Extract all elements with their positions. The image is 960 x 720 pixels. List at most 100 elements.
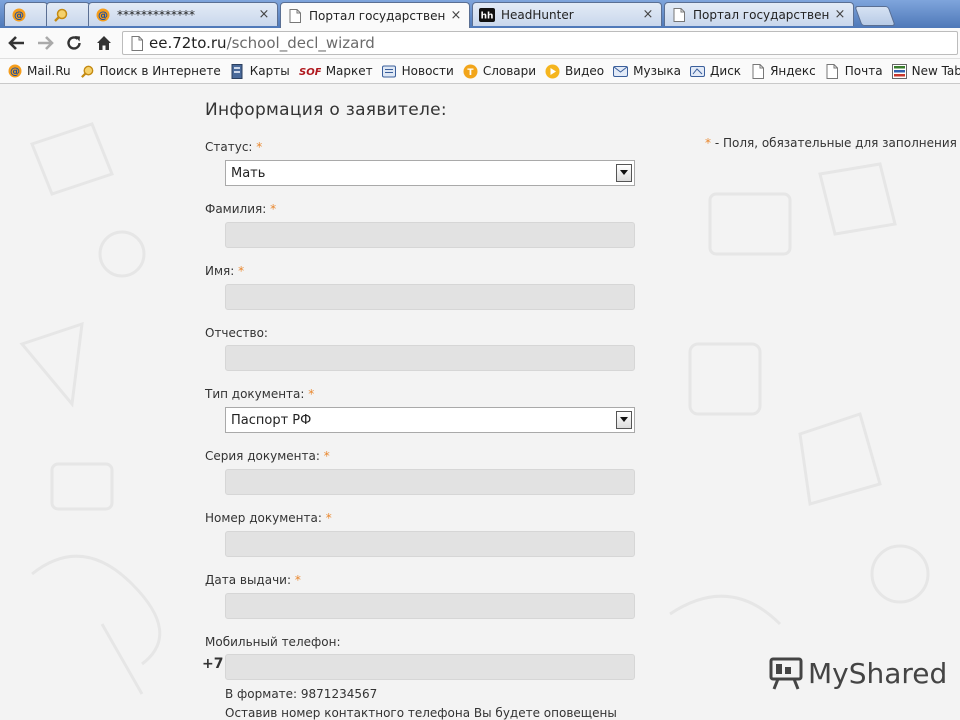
back-arrow-icon[interactable]: [6, 32, 28, 54]
required-note-text: - Поля, обязательные для заполнения: [711, 136, 957, 150]
bookmark-label: Видео: [565, 64, 605, 78]
doc-number-label: Номер документа: *: [205, 511, 332, 525]
bookmark-disk[interactable]: Диск: [690, 64, 741, 79]
bookmark-label: Поиск в Интернете: [99, 64, 221, 78]
bookmark-label: Яндекс: [770, 64, 816, 78]
tab-search[interactable]: [46, 2, 90, 26]
doc-type-selected-value: Паспорт РФ: [231, 412, 312, 428]
page-icon: [131, 35, 143, 51]
svg-text:@: @: [14, 10, 24, 21]
search-tab-icon: [53, 7, 69, 23]
issue-date-input[interactable]: [225, 593, 635, 619]
bookmark-label: Новости: [401, 64, 454, 78]
bookmark-mailru[interactable]: @ Mail.Ru: [7, 64, 71, 79]
page-icon: [287, 8, 303, 24]
required-star: *: [238, 264, 245, 278]
doc-series-input[interactable]: [225, 469, 635, 495]
label-text: Серия документа:: [205, 449, 320, 463]
tab-masked[interactable]: @ ************* ×: [88, 2, 278, 26]
svg-text:SOFT: SOFT: [299, 67, 321, 77]
svg-text:@: @: [10, 67, 20, 78]
close-icon[interactable]: ×: [833, 7, 847, 22]
required-star: *: [323, 449, 330, 463]
page-icon: [671, 7, 687, 23]
browser-tabstrip: @ @ ************* × Портал государственн…: [0, 0, 960, 28]
bookmark-label: Музыка: [633, 64, 682, 78]
doc-series-label: Серия документа: *: [205, 449, 330, 463]
doc-type-label: Тип документа: *: [205, 387, 314, 401]
label-text: Номер документа:: [205, 511, 322, 525]
bookmark-dictionary[interactable]: Т Словари: [463, 64, 536, 79]
headhunter-icon: hh: [479, 7, 495, 23]
tab-portal-active[interactable]: Портал государственных ×: [280, 2, 470, 28]
required-star: *: [256, 140, 263, 154]
svg-text:@: @: [98, 10, 108, 21]
disk-icon: [690, 64, 706, 79]
chevron-down-icon[interactable]: [616, 164, 632, 182]
required-star: *: [325, 511, 332, 525]
watermark-text: MyShared: [808, 656, 948, 690]
page-icon: [750, 63, 765, 79]
label-text: Фамилия:: [205, 202, 267, 216]
background-doodle: [669, 162, 930, 626]
soft-market-icon: SOFT: [299, 64, 321, 79]
phone-format-hint: В формате: 9871234567: [225, 687, 378, 701]
home-icon[interactable]: [93, 32, 115, 54]
url-path: /school_decl_wizard: [226, 34, 375, 52]
bookmark-yandex[interactable]: Яндекс: [750, 63, 816, 79]
browser-toolbar: ee.72to.ru/school_decl_wizard: [0, 28, 960, 59]
svg-text:hh: hh: [481, 11, 494, 21]
issue-date-label: Дата выдачи: *: [205, 573, 301, 587]
label-text: Отчество:: [205, 326, 268, 340]
bookmark-mail[interactable]: Почта: [825, 63, 883, 79]
mobile-input[interactable]: [225, 654, 635, 680]
mailru-icon: @: [11, 7, 27, 23]
myshared-watermark: MyShared: [768, 656, 947, 690]
label-text: Дата выдачи:: [205, 573, 292, 587]
firstname-input[interactable]: [225, 284, 635, 310]
new-tab-button[interactable]: [854, 6, 896, 26]
patronymic-input[interactable]: [225, 345, 635, 371]
svg-text:Т: Т: [467, 68, 474, 78]
chevron-down-icon[interactable]: [616, 411, 632, 429]
doc-type-select[interactable]: Паспорт РФ: [225, 407, 635, 433]
dictionary-icon: Т: [463, 64, 478, 79]
bookmark-label: Почта: [844, 64, 883, 78]
page-icon: [825, 63, 840, 79]
mobile-label: Мобильный телефон:: [205, 635, 341, 649]
tab-portal-2[interactable]: Портал государственных ×: [664, 2, 854, 26]
bookmark-new-tab[interactable]: New Tab: [891, 63, 960, 79]
lastname-input[interactable]: [225, 222, 635, 248]
bookmark-search[interactable]: Поиск в Интернете: [80, 64, 221, 79]
forward-arrow-icon[interactable]: [34, 32, 56, 54]
page-content: Информация о заявителе: * - Поля, обязат…: [0, 84, 960, 720]
bookmark-maps[interactable]: Карты: [230, 63, 290, 79]
grid-icon: [891, 63, 907, 79]
required-star: *: [308, 387, 315, 401]
presentation-board-icon: [769, 657, 803, 690]
tab-headhunter[interactable]: hh HeadHunter ×: [472, 2, 662, 26]
bookmark-music[interactable]: Музыка: [613, 64, 681, 79]
patronymic-label: Отчество:: [205, 326, 268, 340]
status-select[interactable]: Мать: [225, 160, 635, 186]
bookmark-label: New Tab: [911, 64, 960, 78]
address-bar[interactable]: ee.72to.ru/school_decl_wizard: [122, 31, 958, 55]
required-star: *: [270, 202, 277, 216]
bookmarks-bar: @ Mail.Ru Поиск в Интернете Карты SOFT М…: [0, 59, 960, 84]
bookmark-market[interactable]: SOFT Маркет: [299, 64, 373, 79]
video-icon: [545, 64, 560, 79]
bookmark-news[interactable]: Новости: [381, 64, 454, 79]
tab-title: Портал государственных: [693, 7, 829, 22]
close-icon[interactable]: ×: [257, 7, 271, 22]
reload-icon[interactable]: [63, 32, 85, 54]
bookmark-label: Словари: [482, 64, 537, 78]
tab-mailru[interactable]: @: [4, 2, 48, 26]
status-label: Статус: *: [205, 140, 262, 154]
close-icon[interactable]: ×: [641, 7, 655, 22]
bookmark-video[interactable]: Видео: [545, 64, 604, 79]
label-text: Тип документа:: [205, 387, 305, 401]
label-text: Статус:: [205, 140, 253, 154]
close-icon[interactable]: ×: [449, 8, 463, 23]
bookmark-label: Карты: [249, 64, 290, 78]
doc-number-input[interactable]: [225, 531, 635, 557]
